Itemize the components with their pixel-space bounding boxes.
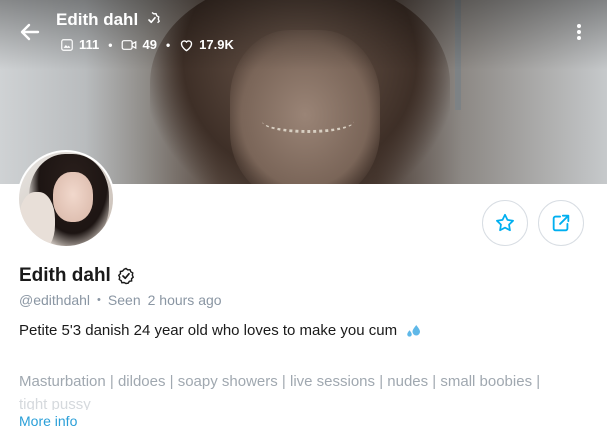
seen-label: Seen (107, 292, 141, 308)
verified-icon (148, 11, 161, 24)
profile-handle: @edithdahl (19, 292, 91, 308)
photos-count: 111 (60, 37, 99, 52)
share-icon (552, 214, 570, 232)
back-button[interactable] (18, 20, 42, 44)
share-button[interactable] (538, 200, 584, 246)
header-title-row: Edith dahl (56, 10, 161, 30)
likes-count: 17.9K (179, 37, 234, 52)
seen-time: 2 hours ago (147, 292, 222, 308)
header-title: Edith dahl (56, 10, 139, 29)
droplets-icon (407, 324, 421, 337)
header-stats: 111 • 49 • 17.9K (60, 37, 234, 52)
avatar[interactable] (17, 150, 115, 248)
more-vertical-icon (577, 24, 581, 40)
more-options-button[interactable] (572, 22, 586, 42)
profile-name-row: Edith dahl (19, 265, 135, 287)
more-info-link[interactable]: More info (19, 413, 77, 429)
bio-text: Petite 5'3 danish 24 year old who loves … (19, 322, 398, 339)
add-to-favorites-button[interactable] (482, 200, 528, 246)
star-icon (496, 213, 514, 232)
handle-row: @edithdahl • Seen 2 hours ago (19, 292, 222, 308)
heart-icon (180, 39, 193, 51)
top-bar: Edith dahl 111 • 49 • 17.9K (0, 0, 607, 60)
profile-bio: Petite 5'3 danish 24 year old who loves … (19, 322, 423, 339)
video-icon (122, 39, 137, 50)
videos-count: 49 (121, 37, 157, 52)
profile-tags-overflow: tight pussy (19, 396, 91, 410)
profile-tags: Masturbation | dildoes | soapy showers |… (19, 373, 541, 390)
verified-icon (117, 267, 134, 285)
profile-name: Edith dahl (19, 265, 111, 286)
image-icon (61, 38, 73, 51)
arrow-left-icon (20, 23, 40, 41)
